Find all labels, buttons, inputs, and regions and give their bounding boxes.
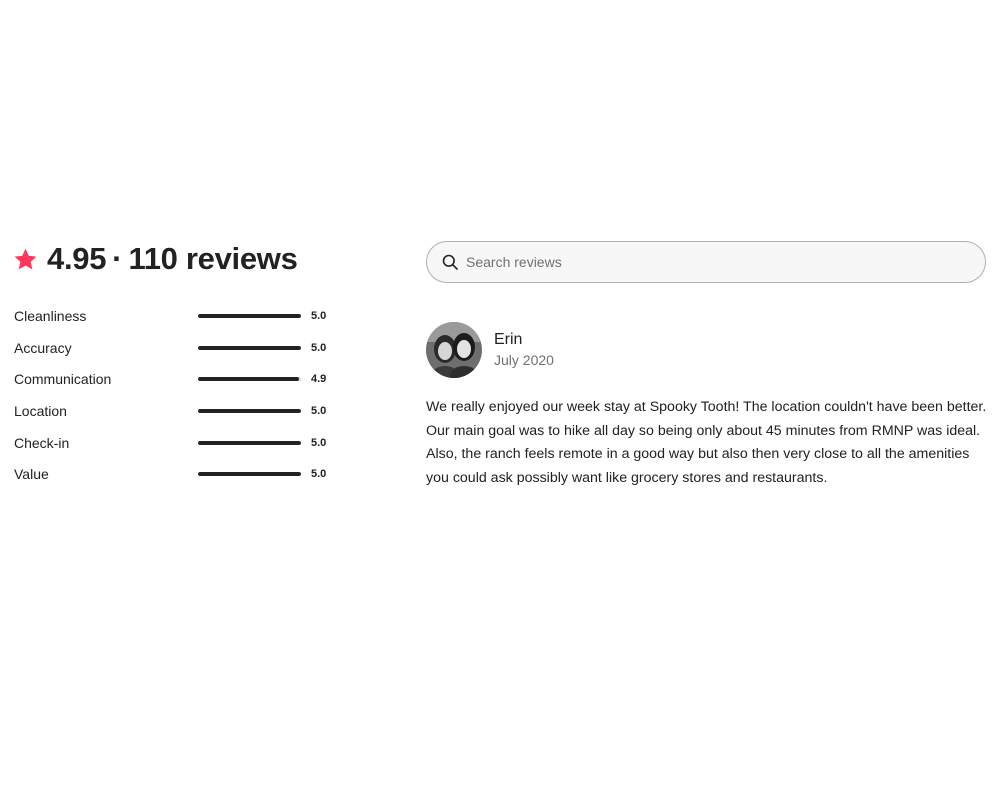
rating-bar [198, 377, 301, 382]
rating-bar-fill [198, 472, 301, 477]
rating-row-location: Location 5.0 [14, 395, 334, 427]
rating-value: 5.0 [311, 404, 327, 417]
rating-label: Check-in [14, 434, 70, 451]
rating-bar [198, 472, 301, 477]
rating-label: Accuracy [14, 339, 72, 356]
rating-label: Communication [14, 371, 112, 388]
rating-label: Cleanliness [14, 307, 87, 324]
rating-bar [198, 313, 301, 318]
rating-bar-fill [198, 440, 301, 445]
rating-label: Value [14, 466, 49, 483]
rating-summary: 4.95 · 110 reviews [13, 239, 298, 279]
reviewer-info: Erin July 2020 [494, 330, 554, 370]
rating-value: 5.0 [311, 341, 327, 354]
separator-dot: · [112, 241, 123, 276]
search-reviews-box[interactable] [426, 241, 986, 283]
avatar[interactable] [426, 322, 482, 378]
rating-value: 5.0 [311, 309, 327, 322]
rating-bar-fill [198, 313, 301, 318]
rating-value: 5.0 [311, 468, 327, 481]
category-ratings: Cleanliness 5.0 Accuracy 5.0 Communicati… [14, 300, 334, 490]
overall-rating: 4.95 [47, 241, 107, 276]
reviews-count: 110 reviews [128, 241, 298, 276]
rating-label: Location [14, 402, 67, 419]
rating-bar [198, 408, 301, 413]
rating-bar [198, 345, 301, 350]
reviewer-name: Erin [494, 331, 523, 348]
rating-bar-fill [198, 377, 299, 382]
rating-row-communication: Communication 4.9 [14, 363, 334, 395]
search-input[interactable] [466, 254, 946, 270]
rating-row-cleanliness: Cleanliness 5.0 [14, 300, 334, 332]
rating-bar [198, 440, 301, 445]
rating-bar-fill [198, 408, 301, 413]
review-card: Erin July 2020 We really enjoyed our wee… [426, 322, 991, 491]
star-icon [13, 247, 38, 272]
rating-value: 5.0 [311, 436, 327, 449]
review-text: We really enjoyed our week stay at Spook… [426, 399, 987, 487]
rating-row-accuracy: Accuracy 5.0 [14, 332, 334, 364]
rating-row-check-in: Check-in 5.0 [14, 427, 334, 459]
review-date: July 2020 [494, 352, 554, 368]
reviewer-header: Erin July 2020 [426, 322, 991, 378]
rating-row-value: Value 5.0 [14, 458, 334, 490]
rating-value: 4.9 [311, 373, 327, 386]
rating-bar-fill [198, 345, 301, 350]
search-icon [442, 254, 458, 270]
